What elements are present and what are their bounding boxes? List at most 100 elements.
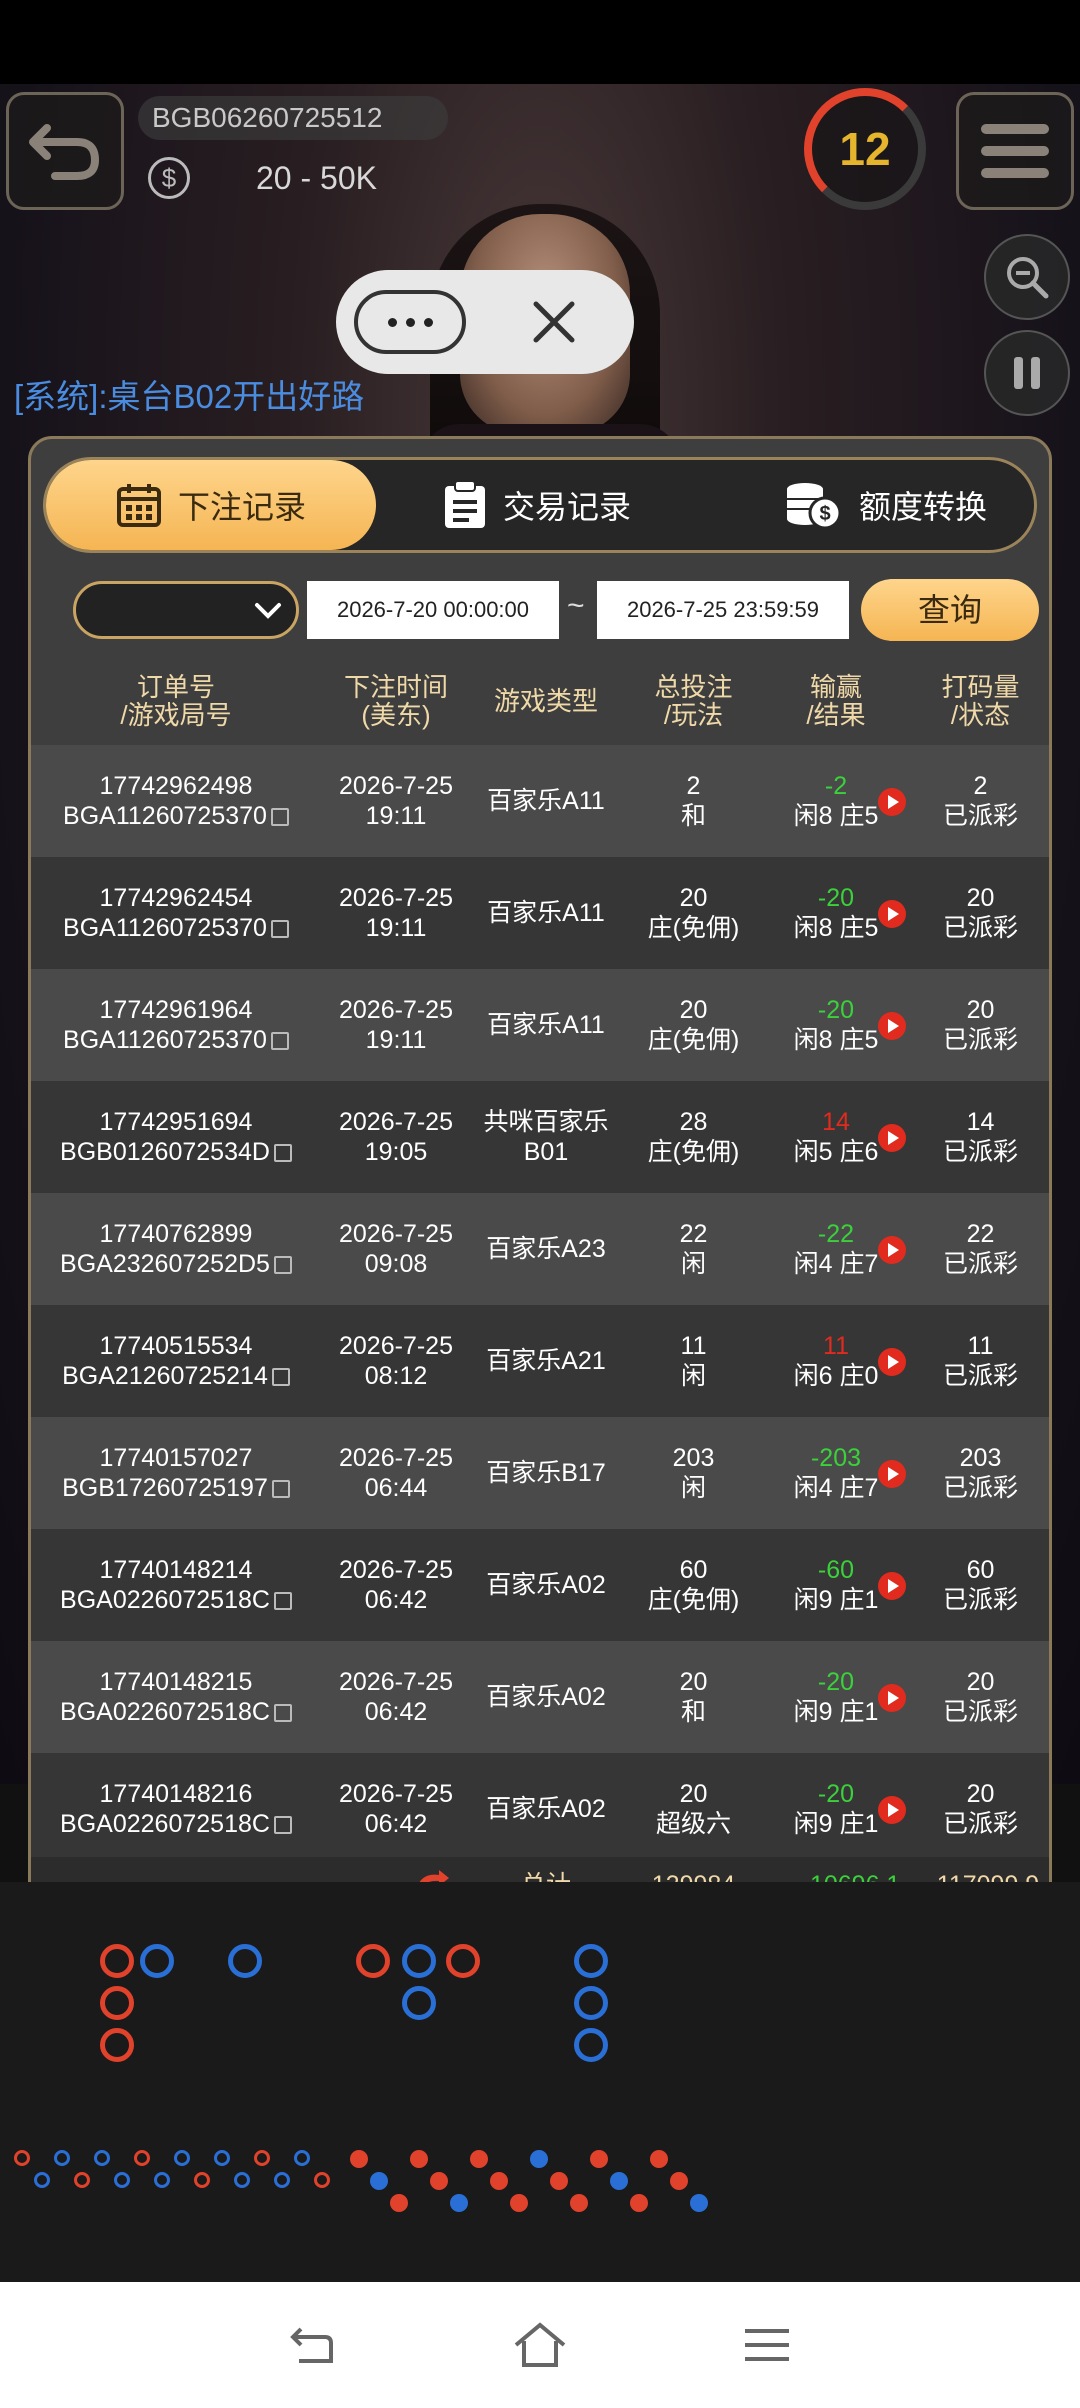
order-cell: 17742962498 BGA11260725370: [31, 745, 321, 857]
more-button[interactable]: [354, 290, 466, 354]
menu-nav-icon[interactable]: [739, 2317, 795, 2373]
game-type: 百家乐A02: [486, 1571, 606, 1599]
back-nav-icon[interactable]: [285, 2317, 341, 2373]
bead-road-dot: [690, 2194, 708, 2212]
tab-transaction-records[interactable]: 交易记录: [432, 460, 642, 550]
bet-time: 06:42: [364, 1698, 428, 1726]
tab-bet-records[interactable]: 下注记录: [46, 460, 376, 550]
back-button[interactable]: [6, 92, 124, 210]
game-type: 百家乐A02: [486, 1683, 606, 1711]
order-number: 17742962498: [99, 772, 253, 800]
time-cell: 2026-7-25 06:42: [321, 1529, 471, 1641]
copy-icon[interactable]: [273, 1592, 292, 1610]
col-code: 打码量/状态: [941, 672, 1020, 730]
clipboard-icon: [444, 480, 485, 528]
home-nav-icon[interactable]: [512, 2317, 568, 2373]
small-road-ring: [134, 2150, 150, 2166]
bet-status: 已派彩: [942, 1810, 1018, 1838]
play-replay-icon[interactable]: [877, 1123, 907, 1153]
copy-icon[interactable]: [270, 920, 289, 938]
bet-amount: 22: [679, 1220, 708, 1248]
copy-icon[interactable]: [273, 1704, 292, 1722]
bet-amount: 20: [679, 996, 708, 1024]
copy-icon[interactable]: [270, 1032, 289, 1050]
winloss-amount: -22: [817, 1220, 855, 1248]
bet-record-dialog: 下注记录 交易记录 $ 额度转换 2026-7-20 00:00:00 ~ 20…: [28, 436, 1052, 1934]
play-replay-icon[interactable]: [877, 787, 907, 817]
svg-text:$: $: [819, 503, 830, 525]
play-replay-icon[interactable]: [877, 1347, 907, 1377]
close-icon[interactable]: [528, 296, 580, 348]
copy-icon[interactable]: [271, 1368, 290, 1386]
road-circle: [574, 1944, 608, 1978]
query-button[interactable]: 查询: [861, 579, 1039, 641]
round-number[interactable]: BGA11260725370: [63, 913, 289, 943]
play-replay-icon[interactable]: [877, 1683, 907, 1713]
small-road-ring: [214, 2150, 230, 2166]
time-cell: 2026-7-25 19:11: [321, 857, 471, 969]
game-type-line2: B01: [523, 1138, 569, 1166]
play-replay-icon[interactable]: [877, 1235, 907, 1265]
end-date-input[interactable]: 2026-7-25 23:59:59: [597, 581, 849, 639]
road-circle: [100, 1986, 134, 2020]
order-number: 17740157027: [99, 1444, 253, 1472]
chevron-down-icon: [255, 603, 281, 619]
back-arrow-icon: [29, 124, 100, 180]
countdown-timer: 12: [804, 88, 926, 210]
bead-road-dot: [570, 2194, 588, 2212]
round-result: 闲8 庄5: [793, 802, 879, 830]
round-number[interactable]: BGA11260725370: [63, 1025, 289, 1055]
round-number[interactable]: BGA21260725214: [62, 1361, 290, 1391]
zoom-button[interactable]: [984, 234, 1070, 320]
game-cell: 百家乐A21: [471, 1305, 621, 1417]
small-road-ring: [174, 2150, 190, 2166]
copy-icon[interactable]: [273, 1256, 292, 1274]
bead-road-dot: [530, 2150, 548, 2168]
copy-icon[interactable]: [273, 1816, 292, 1834]
round-number[interactable]: BGB17260725197: [62, 1473, 290, 1503]
round-result: 闲9 庄1: [793, 1698, 879, 1726]
winloss-amount: 14: [822, 1108, 850, 1136]
status-bar: [0, 0, 1080, 84]
road-circle: [574, 2028, 608, 2062]
winloss-amount: -203: [810, 1444, 862, 1472]
winloss-amount: 11: [823, 1332, 849, 1360]
bet-play: 庄(免佣): [647, 914, 740, 942]
calendar-icon: [116, 484, 161, 527]
game-type-select[interactable]: [73, 581, 299, 639]
pause-button[interactable]: [984, 330, 1070, 416]
round-number[interactable]: BGA0226072518C: [60, 1585, 292, 1615]
copy-icon[interactable]: [270, 808, 289, 826]
winloss-amount: -20: [817, 996, 855, 1024]
time-cell: 2026-7-25 06:44: [321, 1417, 471, 1529]
bet-play: 庄(免佣): [647, 1138, 740, 1166]
play-replay-icon[interactable]: [877, 899, 907, 929]
play-replay-icon[interactable]: [877, 1459, 907, 1489]
bet-date: 2026-7-25: [339, 1108, 453, 1136]
round-number[interactable]: BGA0226072518C: [60, 1809, 292, 1839]
play-replay-icon[interactable]: [877, 1571, 907, 1601]
round-number[interactable]: BGA232607252D5: [60, 1249, 292, 1279]
tab-quota-transfer[interactable]: $ 额度转换: [766, 460, 1006, 550]
round-number[interactable]: BGA0226072518C: [60, 1697, 292, 1727]
bet-time: 06:42: [364, 1810, 428, 1838]
table-id: BGB06260725512: [138, 96, 448, 140]
round-number[interactable]: BGB0126072534D: [60, 1137, 292, 1167]
copy-icon[interactable]: [271, 1480, 290, 1498]
road-circle: [100, 2028, 134, 2062]
game-cell: 百家乐B17: [471, 1417, 621, 1529]
code-cell: 11 已派彩: [906, 1305, 1049, 1417]
coins-icon: $: [786, 483, 842, 530]
bead-road-dot: [430, 2172, 448, 2190]
copy-icon[interactable]: [273, 1144, 292, 1162]
bet-cell: 20 庄(免佣): [621, 969, 766, 1081]
bet-status: 已派彩: [942, 914, 1018, 942]
play-replay-icon[interactable]: [877, 1795, 907, 1825]
bet-date: 2026-7-25: [339, 996, 453, 1024]
start-date-input[interactable]: 2026-7-20 00:00:00: [307, 581, 559, 639]
play-replay-icon[interactable]: [877, 1011, 907, 1041]
code-amount: 2: [973, 772, 988, 800]
round-number[interactable]: BGA11260725370: [63, 801, 289, 831]
menu-button[interactable]: [956, 92, 1074, 210]
road-circle: [356, 1944, 390, 1978]
